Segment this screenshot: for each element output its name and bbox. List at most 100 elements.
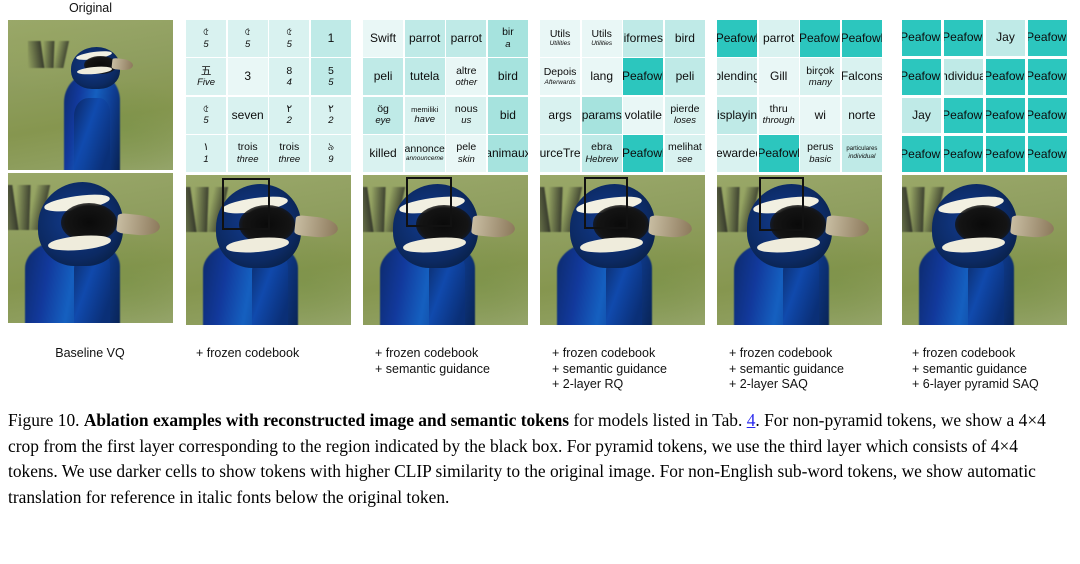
- token-cell: ৫5: [227, 20, 268, 57]
- token-grid-2layer-saq: Peafowl parrot Peafowl Peafowl blending Gill b…: [717, 20, 882, 172]
- token-text: ٢: [286, 102, 293, 115]
- token-text: pele: [456, 141, 477, 154]
- token-translation: through: [762, 115, 795, 127]
- token-cell: displaying: [717, 96, 758, 134]
- token-text: blending: [717, 69, 758, 84]
- original-label: Original: [68, 1, 113, 15]
- token-translation: loses: [673, 115, 697, 127]
- token-text: ٢: [328, 102, 334, 115]
- token-cell: 五 Five: [186, 58, 227, 96]
- token-cell: parrot: [404, 20, 445, 57]
- token-cell: peli: [664, 58, 705, 96]
- column-caption-line: + frozen codebook: [196, 346, 300, 360]
- token-text: 5: [328, 64, 334, 77]
- token-text: trois: [279, 141, 300, 154]
- token-text: args: [548, 107, 572, 122]
- token-cell: ١1: [186, 135, 227, 172]
- token-text: Peafowl: [717, 30, 758, 45]
- token-cell: bird: [664, 20, 705, 57]
- token-text: ৫: [202, 102, 210, 115]
- token-text: norte: [848, 107, 876, 122]
- token-text: memiliki: [411, 105, 439, 115]
- token-text: wi: [814, 107, 826, 122]
- token-text: Peafowl: [623, 146, 664, 161]
- token-text: Jay: [912, 107, 931, 122]
- figure-column-frozen-codebook: ৫ 5 ৫ 5 ৫ 5 1 五 Five 3 8 4 5 5 ৫ 5 seven ٢ 2 ٢ 2 ١ 1 trois three…: [186, 0, 351, 325]
- token-cell: Peafowl: [758, 135, 799, 172]
- token-text: ৫: [202, 26, 210, 39]
- column-caption-2layer-saq: + frozen codebook + semantic guidance + 2-…: [729, 346, 909, 393]
- token-cell: bird: [487, 58, 528, 96]
- token-cell: individual: [944, 58, 983, 95]
- token-cell: Swift: [363, 20, 404, 57]
- token-text: individual: [944, 69, 983, 84]
- figure-caption: Figure 10. Ablation examples with recons…: [8, 408, 1072, 510]
- token-cell: Peafowl: [1028, 20, 1067, 56]
- token-translation: Utilities: [549, 40, 571, 48]
- token-cell: volatile: [623, 96, 664, 134]
- token-text: bird: [674, 30, 695, 45]
- token-text: Peafowl: [758, 146, 799, 161]
- token-text: 8: [286, 64, 293, 77]
- token-cell: args: [540, 96, 581, 134]
- token-cell: ٢2: [269, 96, 310, 134]
- token-text: Jay: [996, 30, 1015, 45]
- token-cell: animaux: [487, 135, 528, 172]
- figure-column-semantic-guidance: Swift parrot parrot bir a peli tutela altre othe…: [363, 0, 528, 325]
- token-cell: melihat see: [664, 135, 705, 172]
- token-text: tutela: [410, 69, 440, 84]
- token-text: Peafowl: [902, 30, 941, 45]
- token-cell: Peafowl: [1028, 58, 1067, 95]
- peacock-photo: [8, 20, 173, 170]
- token-cell: ourceTree: [540, 135, 581, 172]
- figure-column-2layer-rq: Utils Utilities Utils Utilities iformes bird D…: [540, 0, 705, 325]
- crest-feathers: [27, 41, 78, 68]
- token-cell: Peafowl: [717, 20, 758, 57]
- token-text: bird: [497, 69, 518, 84]
- token-text: Peafowl: [944, 107, 983, 122]
- original-image: [8, 20, 173, 170]
- crop-region-box: [222, 178, 270, 230]
- token-cell: ög eye: [363, 96, 404, 134]
- token-text: displaying: [717, 107, 758, 122]
- column-caption-line: Baseline VQ: [55, 346, 125, 360]
- token-cell: lang: [581, 58, 622, 96]
- token-text: annonce: [404, 142, 445, 155]
- token-cell: thru through: [758, 96, 799, 134]
- token-text: killed: [369, 146, 397, 161]
- token-text: Peafowl: [986, 146, 1025, 161]
- token-translation: 9: [328, 153, 334, 165]
- column-caption-line: + frozen codebook: [729, 346, 833, 360]
- token-text: pierde: [670, 102, 700, 115]
- column-caption-line: + semantic guidance: [375, 361, 491, 376]
- token-cell: trois three: [269, 135, 310, 172]
- column-caption-line: + 6-layer pyramid SAQ: [912, 377, 1039, 391]
- token-translation: many: [808, 77, 832, 89]
- reconstructed-image-semantic-guidance: [363, 175, 528, 325]
- token-text: Depois: [543, 66, 577, 79]
- token-text: Utils: [549, 27, 571, 40]
- reconstructed-image-2layer-saq: [717, 175, 882, 325]
- figure-number: Figure 10.: [8, 410, 80, 430]
- token-cell: blending: [717, 58, 758, 96]
- token-cell: pele skin: [446, 135, 487, 172]
- token-translation: basic: [809, 153, 832, 165]
- token-text: nous: [454, 102, 478, 115]
- token-text: iformes: [623, 30, 663, 45]
- token-text: volatile: [624, 107, 662, 122]
- token-cell: particulares individual: [841, 135, 882, 172]
- token-cell: ৫5: [269, 20, 310, 57]
- token-cell: trois three: [227, 135, 268, 172]
- token-translation: 2: [328, 115, 334, 127]
- column-caption-frozen-codebook: + frozen codebook: [196, 346, 376, 362]
- token-text: Peafowl: [944, 30, 983, 45]
- column-caption-line: + frozen codebook: [912, 346, 1016, 360]
- token-text: 1: [327, 30, 335, 45]
- token-cell: Jay: [986, 20, 1025, 56]
- token-cell: Peafowl: [800, 20, 841, 57]
- token-text: parrot: [763, 30, 795, 45]
- token-text: trois: [237, 141, 258, 154]
- token-cell: memiliki have: [404, 96, 445, 134]
- token-grid-2layer-rq: Utils Utilities Utils Utilities iformes bird D…: [540, 20, 705, 172]
- crop-region-box: [406, 177, 452, 227]
